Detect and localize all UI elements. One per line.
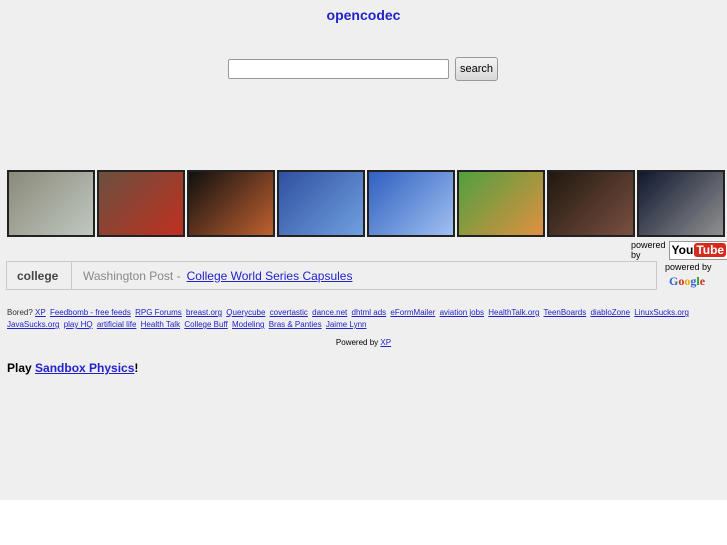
google-logo: Google [669, 274, 706, 288]
video-thumbnail[interactable] [187, 170, 275, 237]
link-item[interactable]: play HQ [64, 320, 93, 329]
link-item[interactable]: XP [35, 308, 46, 317]
link-item[interactable]: Querycube [226, 308, 265, 317]
video-thumbnail[interactable] [457, 170, 545, 237]
link-item[interactable]: RPG Forums [135, 308, 182, 317]
powered-by-label: powered by [631, 240, 666, 260]
link-item[interactable]: breast.org [186, 308, 222, 317]
video-thumbnail[interactable] [7, 170, 95, 237]
play-suffix: ! [134, 361, 139, 375]
news-source: Washington Post - [83, 268, 181, 283]
powered-by-google-label: powered by [665, 262, 712, 272]
youtube-logo-you: You [671, 243, 694, 257]
link-item[interactable]: aviation jobs [440, 308, 484, 317]
video-thumbnail[interactable] [547, 170, 635, 237]
video-thumbnail[interactable] [637, 170, 725, 237]
powered-by-text: Powered by [335, 338, 379, 347]
link-item[interactable]: Bras & Panties [269, 320, 322, 329]
link-item[interactable]: LinuxSucks.org [634, 308, 689, 317]
sandbox-physics-link[interactable]: Sandbox Physics [35, 361, 134, 375]
powered-by-link[interactable]: XP [380, 338, 391, 347]
link-item[interactable]: Health Talk [141, 320, 180, 329]
page-background: opencodec search powered by You Tube coll… [0, 0, 727, 500]
site-title: opencodec [326, 7, 401, 23]
link-item[interactable]: JavaSucks.org [7, 320, 59, 329]
play-promo: Play Sandbox Physics! [7, 361, 138, 375]
link-list: Bored? XP Feedbomb - free feeds RPG Foru… [7, 307, 722, 331]
youtube-logo-tube: Tube [694, 243, 727, 257]
news-keyword: college [7, 262, 72, 289]
bored-label: Bored? [7, 308, 33, 317]
link-item[interactable]: dhtml ads [352, 308, 387, 317]
link-item[interactable]: artificial life [97, 320, 137, 329]
link-item[interactable]: eFormMailer [390, 308, 435, 317]
search-input[interactable] [228, 59, 449, 79]
video-thumbnails [7, 170, 725, 237]
video-thumbnail[interactable] [277, 170, 365, 237]
search-button[interactable]: search [455, 57, 498, 81]
play-prefix: Play [7, 361, 32, 375]
link-item[interactable]: covertastic [270, 308, 308, 317]
link-item[interactable]: dance.net [312, 308, 347, 317]
link-item[interactable]: Modeling [232, 320, 264, 329]
video-thumbnail[interactable] [367, 170, 455, 237]
news-headline-link[interactable]: College World Series Capsules [187, 269, 353, 283]
powered-by-youtube: powered by You Tube [631, 240, 727, 260]
video-thumbnail[interactable] [97, 170, 185, 237]
link-item[interactable]: Jaime Lynn [326, 320, 367, 329]
news-box: college Washington Post - College World … [6, 261, 657, 290]
link-item[interactable]: College Buff [184, 320, 227, 329]
link-item[interactable]: HealthTalk.org [488, 308, 539, 317]
link-item[interactable]: Feedbomb - free feeds [50, 308, 131, 317]
powered-by: Powered by XP [0, 338, 727, 347]
link-item[interactable]: diabloZone [590, 308, 630, 317]
youtube-logo[interactable]: You Tube [668, 240, 727, 260]
link-item[interactable]: TeenBoards [544, 308, 587, 317]
